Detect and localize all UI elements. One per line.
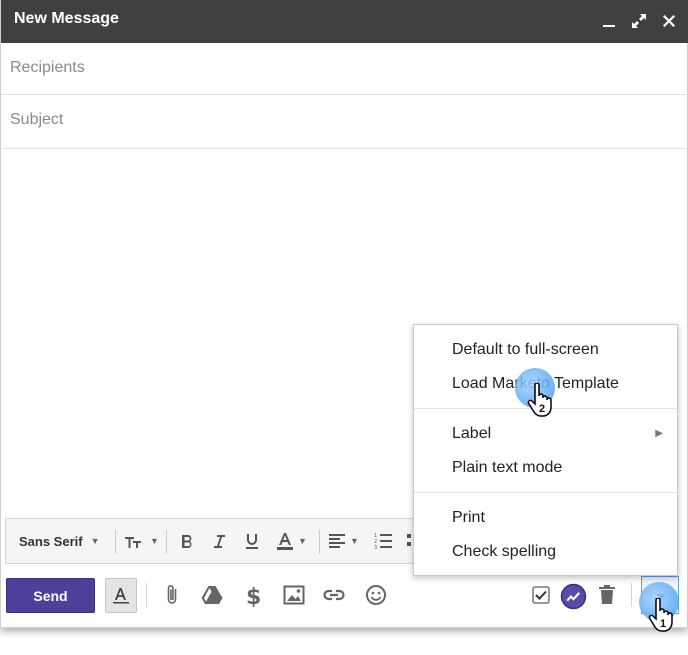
- action-divider: [631, 583, 632, 607]
- text-color-button[interactable]: ▼: [276, 519, 307, 563]
- menu-item-label: Plain text mode: [452, 459, 563, 476]
- subject-input[interactable]: [10, 95, 670, 145]
- drive-icon[interactable]: [200, 583, 224, 607]
- underline-icon: [246, 534, 258, 549]
- underline-button[interactable]: [244, 519, 260, 563]
- font-family-label: Sans Serif: [19, 533, 83, 549]
- action-divider: [146, 583, 147, 607]
- menu-item-plain-text-mode[interactable]: Plain text mode: [414, 451, 677, 485]
- menu-item-label: Check spelling: [452, 543, 557, 560]
- money-icon[interactable]: $: [241, 583, 265, 607]
- step-number-2: 2: [539, 403, 546, 415]
- compose-title-bar[interactable]: New Message: [1, 0, 688, 43]
- more-options-menu: Default to full-screen Load Marketo Temp…: [413, 324, 678, 576]
- font-family-select[interactable]: Sans Serif ▼: [19, 519, 100, 563]
- emoji-icon[interactable]: [364, 583, 388, 607]
- menu-item-default-full-screen[interactable]: Default to full-screen: [414, 333, 677, 367]
- send-button[interactable]: Send: [6, 578, 95, 613]
- recipients-input[interactable]: [10, 43, 670, 93]
- close-icon[interactable]: [659, 11, 679, 31]
- toolbar-divider: [166, 530, 167, 554]
- chevron-right-icon: ▶: [655, 428, 663, 439]
- expand-icon[interactable]: [629, 11, 649, 31]
- formatting-toggle-icon: [113, 587, 129, 603]
- bold-button[interactable]: [179, 519, 195, 563]
- menu-item-check-spelling[interactable]: Check spelling: [414, 535, 677, 569]
- photo-icon[interactable]: [282, 583, 306, 607]
- step-number-1: 1: [660, 618, 667, 630]
- menu-item-label-submenu[interactable]: Label ▶: [414, 417, 677, 451]
- recipients-row: [1, 43, 688, 95]
- attach-icon[interactable]: [160, 583, 184, 607]
- align-icon: [329, 534, 345, 548]
- checkbox-icon[interactable]: [531, 585, 551, 605]
- marketo-icon[interactable]: [560, 583, 587, 610]
- menu-item-label: Default to full-screen: [452, 341, 599, 358]
- svg-text:3: 3: [374, 545, 377, 550]
- menu-item-label: Label: [452, 425, 492, 442]
- toolbar-divider: [115, 530, 116, 554]
- bold-icon: [182, 535, 192, 548]
- formatting-toggle-button[interactable]: [105, 578, 137, 613]
- menu-item-label: Print: [452, 509, 485, 526]
- chevron-down-icon: ▼: [350, 536, 359, 546]
- italic-button[interactable]: [211, 519, 227, 563]
- chevron-down-icon: ▼: [150, 536, 159, 546]
- formatting-toolbar: Sans Serif ▼ ▼ ▼ ▼ 1 2 3: [5, 518, 435, 564]
- svg-text:$: $: [246, 585, 261, 607]
- window-title: New Message: [14, 10, 119, 27]
- font-size-button[interactable]: ▼: [124, 519, 159, 563]
- trash-icon[interactable]: [595, 583, 619, 607]
- chevron-down-icon: ▼: [298, 536, 307, 546]
- menu-item-print[interactable]: Print: [414, 501, 677, 535]
- italic-icon: [214, 535, 225, 548]
- chevron-down-icon: ▼: [90, 536, 100, 546]
- numbered-list-icon: 1 2 3: [374, 533, 392, 550]
- numbered-list-button[interactable]: 1 2 3: [374, 519, 392, 563]
- toolbar-divider: [319, 530, 320, 554]
- text-color-icon: [277, 533, 293, 550]
- link-icon[interactable]: [322, 583, 346, 607]
- font-size-icon: [125, 537, 141, 548]
- menu-divider: [414, 492, 677, 493]
- subject-row: [1, 95, 688, 149]
- minimize-icon[interactable]: [599, 11, 619, 31]
- align-button[interactable]: ▼: [328, 519, 359, 563]
